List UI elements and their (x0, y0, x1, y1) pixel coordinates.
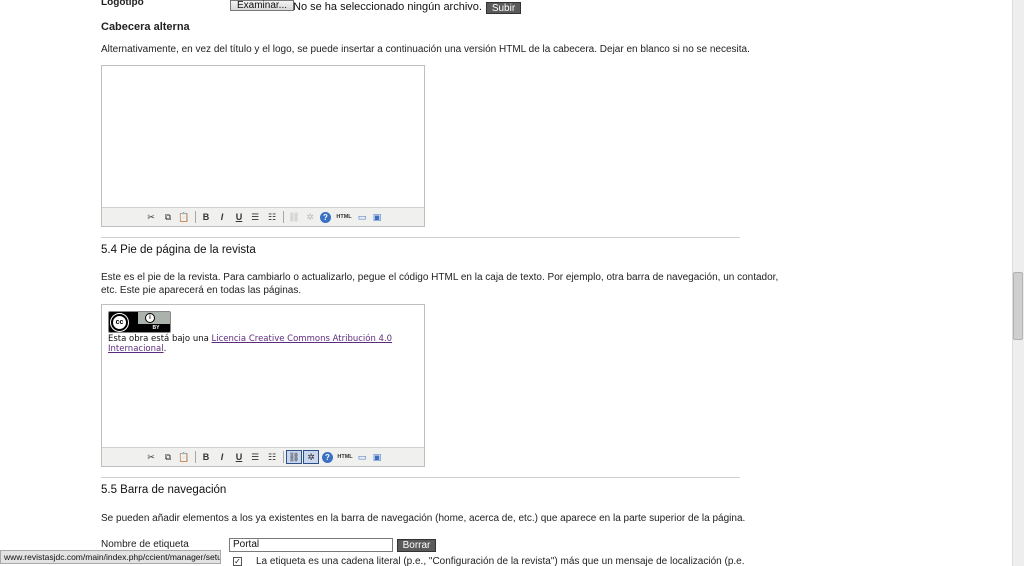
link-icon[interactable]: ⛓ (287, 210, 301, 224)
alt-header-label: Cabecera alterna (101, 21, 190, 33)
image-icon[interactable]: ▣ (370, 210, 384, 224)
italic-icon[interactable]: I (215, 450, 229, 464)
bold-icon[interactable]: B (199, 210, 213, 224)
copy-icon[interactable]: ⧉ (161, 210, 175, 224)
paste-icon[interactable]: 📋 (177, 450, 191, 464)
badge-by-text: BY (152, 325, 160, 331)
html-icon[interactable]: HTML (334, 210, 354, 224)
browse-button[interactable]: Examinar... (230, 0, 295, 11)
bullet-list-icon[interactable]: ☰ (248, 450, 262, 464)
toolbar-separator (283, 451, 284, 463)
footer-editor[interactable]: cc i BY Esta obra está bajo una Licencia… (101, 304, 425, 467)
cut-icon[interactable]: ✂ (144, 450, 158, 464)
bold-icon[interactable]: B (199, 450, 213, 464)
image-icon[interactable]: ▣ (370, 450, 384, 464)
paste-icon[interactable]: 📋 (177, 210, 191, 224)
underline-icon[interactable]: U (232, 450, 246, 464)
editor-toolbar: ✂ ⧉ 📋 B I U ☰ ☷ ⛓ ✲ ? HTML ▭ ▣ (102, 447, 424, 466)
alt-header-description: Alternativamente, en vez del título y el… (101, 44, 750, 55)
license-prefix: Esta obra está bajo una (108, 334, 212, 344)
license-suffix: . (163, 344, 167, 354)
numbered-list-icon[interactable]: ☷ (265, 210, 279, 224)
help-icon[interactable]: ? (322, 452, 333, 463)
license-text: Esta obra está bajo una Licencia Creativ… (108, 334, 392, 354)
section-divider (101, 237, 740, 238)
section-divider (101, 477, 740, 478)
literal-string-label: La etiqueta es una cadena literal (p.e.,… (256, 556, 745, 566)
footer-section-title: 5.4 Pie de página de la revista (101, 244, 256, 256)
fullscreen-icon[interactable]: ▭ (355, 450, 369, 464)
toolbar-separator (195, 211, 196, 223)
toolbar-separator (195, 451, 196, 463)
bullet-list-icon[interactable]: ☰ (248, 210, 262, 224)
logo-label: Logotipo (101, 0, 144, 8)
tag-name-input[interactable]: Portal (229, 538, 393, 552)
numbered-list-icon[interactable]: ☷ (265, 450, 279, 464)
unlink-icon[interactable]: ✲ (303, 450, 319, 464)
nav-section-title: 5.5 Barra de navegación (101, 484, 227, 496)
nav-description: Se pueden añadir elementos a los ya exis… (101, 513, 746, 524)
unlink-icon[interactable]: ✲ (303, 210, 317, 224)
toolbar-separator (283, 211, 284, 223)
cc-icon: cc (111, 314, 128, 331)
italic-icon[interactable]: I (215, 210, 229, 224)
delete-button[interactable]: Borrar (397, 539, 436, 552)
file-status: No se ha seleccionado ningún archivo. (293, 1, 482, 13)
cc-license-badge[interactable]: cc i BY (108, 311, 171, 333)
alt-header-editor[interactable]: ✂ ⧉ 📋 B I U ☰ ☷ ⛓ ✲ ? HTML ▭ ▣ (101, 65, 425, 227)
scrollbar-thumb[interactable] (1013, 272, 1023, 340)
underline-icon[interactable]: U (232, 210, 246, 224)
copy-icon[interactable]: ⧉ (161, 450, 175, 464)
html-icon[interactable]: HTML (335, 450, 355, 464)
upload-button[interactable]: Subir (486, 2, 521, 14)
literal-string-checkbox[interactable]: ✓ (233, 557, 242, 566)
cut-icon[interactable]: ✂ (144, 210, 158, 224)
fullscreen-icon[interactable]: ▭ (355, 210, 369, 224)
footer-description-line2: etc. Este pie aparecerá en todas las pág… (101, 285, 302, 296)
help-icon[interactable]: ? (320, 212, 331, 223)
editor-toolbar: ✂ ⧉ 📋 B I U ☰ ☷ ⛓ ✲ ? HTML ▭ ▣ (102, 207, 424, 226)
link-icon[interactable]: ⛓ (286, 450, 302, 464)
browser-status-bar: www.revistasjdc.com/main/index.php/ccien… (0, 550, 221, 564)
attribution-icon: i (145, 313, 155, 323)
footer-description-line1: Este es el pie de la revista. Para cambi… (101, 272, 779, 283)
